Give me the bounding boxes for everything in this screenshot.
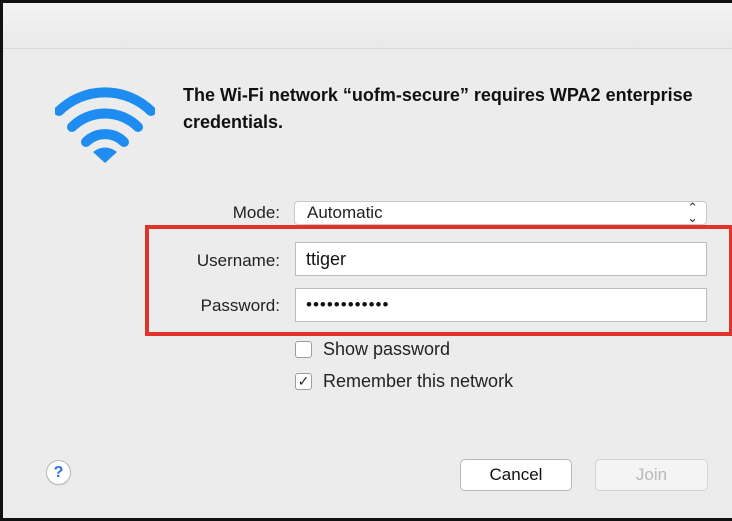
dialog-message: The Wi-Fi network “uofm-secure” requires… (183, 85, 693, 132)
remember-network-checkbox[interactable]: ✓ (295, 373, 312, 390)
wifi-icon (55, 87, 155, 163)
remember-network-label: Remember this network (323, 371, 514, 391)
mode-select-value: Automatic (307, 203, 383, 222)
show-password-checkbox[interactable] (295, 341, 312, 358)
show-password-label: Show password (323, 339, 451, 359)
title-bar (3, 3, 732, 49)
question-mark-icon: ? (53, 464, 64, 481)
wifi-credentials-dialog: The Wi-Fi network “uofm-secure” requires… (0, 0, 732, 521)
mode-label: Mode: (232, 203, 280, 222)
up-down-chevron-icon: ⌃ ⌄ (687, 200, 698, 225)
join-button[interactable]: Join (595, 459, 708, 491)
mode-select[interactable]: Automatic ⌃ ⌄ (294, 201, 707, 225)
help-button[interactable]: ? (46, 460, 71, 485)
cancel-button[interactable]: Cancel (460, 459, 572, 491)
credentials-highlight-box (145, 225, 732, 336)
